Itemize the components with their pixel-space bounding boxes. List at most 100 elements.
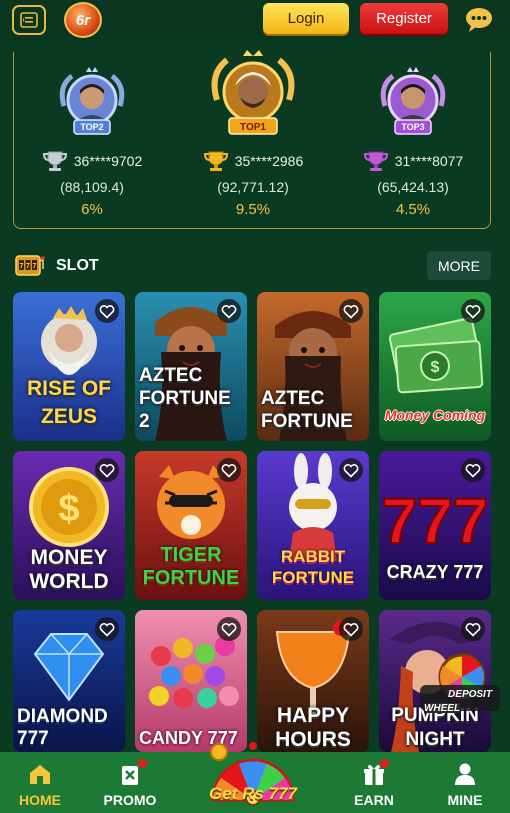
rank-badge-top1: TOP1 xyxy=(240,122,266,133)
game-tile-candy-777[interactable]: CANDY 777 xyxy=(135,610,247,752)
promo-notification-dot xyxy=(138,759,147,768)
nav-home[interactable]: HOME xyxy=(0,752,80,813)
favorite-button[interactable] xyxy=(461,617,485,641)
favorite-button[interactable] xyxy=(461,458,485,482)
favorite-button[interactable] xyxy=(95,299,119,323)
heart-icon xyxy=(465,463,481,478)
game-tile-crazy-777[interactable]: 777 CRAZY 777 xyxy=(379,451,491,600)
heart-icon xyxy=(99,622,115,637)
win-percent: 6% xyxy=(81,201,103,218)
win-amount: (88,109.4) xyxy=(60,179,124,195)
support-chat-button[interactable] xyxy=(462,4,496,34)
login-button[interactable]: Login xyxy=(263,3,349,34)
leaderboard-user-row: 36****9702 xyxy=(12,150,172,172)
deposit-label: DEPOSIT xyxy=(448,689,493,700)
nav-earn-label: EARN xyxy=(354,792,394,808)
leaderboard-user-row: 35****2986 xyxy=(173,150,333,172)
nav-promo-label: PROMO xyxy=(103,792,157,808)
svg-text:777: 777 xyxy=(382,485,489,557)
svg-text:7: 7 xyxy=(20,263,24,270)
win-amount: (65,424.13) xyxy=(377,179,449,195)
heart-icon xyxy=(343,304,359,319)
menu-button[interactable] xyxy=(12,5,46,35)
svg-text:7: 7 xyxy=(33,263,37,270)
home-icon xyxy=(30,765,50,784)
heart-icon xyxy=(99,304,115,319)
menu-icon xyxy=(20,12,38,28)
favorite-button[interactable] xyxy=(217,458,241,482)
leaderboard-entry-top3: TOP3 31****8077 (65,424.13) 4.5% xyxy=(333,52,493,229)
heart-icon xyxy=(221,622,237,637)
heart-icon xyxy=(221,304,237,319)
heart-icon xyxy=(343,622,359,637)
game-tile-rise-of-zeus[interactable]: RISE OF ZEUS xyxy=(13,292,125,441)
game-tile-money-world[interactable]: $ MONEY WORLD xyxy=(13,451,125,600)
game-tile-rabbit-fortune[interactable]: RABBIT FORTUNE xyxy=(257,451,369,600)
svg-text:7: 7 xyxy=(26,263,30,270)
leaderboard-user-row: 31****8077 xyxy=(333,150,493,172)
user-icon xyxy=(455,763,475,785)
favorite-button[interactable] xyxy=(339,458,363,482)
nav-home-label: HOME xyxy=(19,792,61,808)
favorite-button[interactable] xyxy=(339,617,363,641)
app-root: 6r Login Register TOP2 36****9702 (88,10… xyxy=(0,0,510,813)
favorite-button[interactable] xyxy=(95,458,119,482)
deposit-wheel-promo[interactable]: DEPOSIT WHEEL xyxy=(418,651,502,721)
earn-notification-dot xyxy=(380,759,389,768)
game-title: RISE OF ZEUS xyxy=(26,377,111,428)
wheel-promo-label: Get Rs 777 xyxy=(209,784,297,803)
nav-earn[interactable]: EARN xyxy=(334,752,414,813)
gold-trophy-icon xyxy=(203,151,228,171)
more-button[interactable]: MORE xyxy=(427,251,491,280)
section-title: SLOT xyxy=(56,257,99,274)
top-header: 6r Login Register xyxy=(0,0,510,40)
game-title: DIAMOND 777 xyxy=(17,706,108,749)
favorite-button[interactable] xyxy=(217,617,241,641)
game-tile-tiger-fortune[interactable]: TIGER FORTUNE xyxy=(135,451,247,600)
heart-icon xyxy=(343,463,359,478)
rank-badge-top3: TOP3 xyxy=(401,122,424,132)
brand-logo[interactable]: 6r xyxy=(64,2,102,38)
slot-section-header: 7 7 7 SLOT MORE xyxy=(13,251,491,281)
game-tile-aztec-fortune-2[interactable]: AZTEC FORTUNE 2 xyxy=(135,292,247,441)
favorite-button[interactable] xyxy=(217,299,241,323)
rank-badge-top2: TOP2 xyxy=(80,122,103,132)
register-button[interactable]: Register xyxy=(360,3,448,34)
win-amount: (92,771.12) xyxy=(217,179,289,195)
game-title: TIGER FORTUNE xyxy=(142,544,240,589)
game-title: AZTEC FORTUNE 2 xyxy=(139,365,231,432)
silver-trophy-icon xyxy=(42,151,67,171)
heart-icon xyxy=(221,463,237,478)
game-tile-aztec-fortune[interactable]: AZTEC FORTUNE xyxy=(257,292,369,441)
chat-icon xyxy=(466,8,492,32)
svg-text:$: $ xyxy=(58,488,79,530)
game-tile-money-coming[interactable]: $ Money Coming xyxy=(379,292,491,441)
game-tile-diamond-777[interactable]: DIAMOND 777 xyxy=(13,610,125,752)
user-id: 35****2986 xyxy=(234,153,304,169)
deposit-wheel-graphic: DEPOSIT WHEEL xyxy=(420,653,500,714)
user-id: 31****8077 xyxy=(394,153,464,169)
logo-text: 6r xyxy=(75,11,91,29)
win-percent: 9.5% xyxy=(235,201,271,218)
leaderboard-panel: TOP2 36****9702 (88,109.4) 6% TOP1 35***… xyxy=(12,50,493,229)
heart-icon xyxy=(465,304,481,319)
favorite-button[interactable] xyxy=(95,617,119,641)
nav-mine-label: MINE xyxy=(447,792,483,808)
purple-trophy-icon xyxy=(363,151,388,171)
heart-icon xyxy=(99,463,115,478)
nav-mine[interactable]: MINE xyxy=(425,752,505,813)
avatar-top3: TOP3 xyxy=(380,67,446,135)
favorite-button[interactable] xyxy=(461,299,485,323)
favorite-button[interactable] xyxy=(339,299,363,323)
get-rs-777-wheel-button[interactable]: Get Rs 777 xyxy=(191,740,315,813)
game-tile-happy-hours[interactable]: HAPPY HOURS xyxy=(257,610,369,752)
game-title: RABBIT FORTUNE xyxy=(271,547,355,587)
svg-text:$: $ xyxy=(431,359,440,376)
wheel-label: WHEEL xyxy=(424,703,460,714)
game-title: AZTEC FORTUNE xyxy=(261,388,353,432)
game-title: Money Coming xyxy=(384,407,486,423)
nav-promo[interactable]: PROMO xyxy=(90,752,170,813)
heart-icon xyxy=(465,622,481,637)
avatar-top2: TOP2 xyxy=(59,67,125,135)
game-title: CRAZY 777 xyxy=(386,562,484,582)
